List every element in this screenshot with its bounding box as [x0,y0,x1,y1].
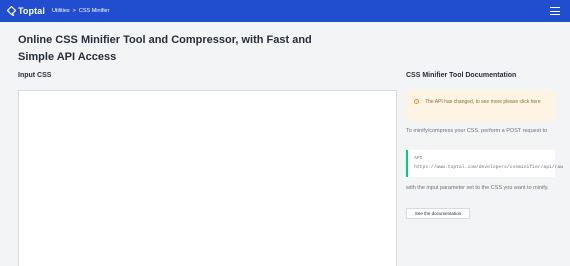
api-endpoint-code: API https://www.toptal.com/developers/cs… [406,150,563,177]
documentation-intro: To minify/compress your CSS, perform a P… [406,128,548,134]
hamburger-menu-icon[interactable] [550,7,560,15]
documentation-title: CSS Minifier Tool Documentation [406,72,517,79]
input-css-label: Input CSS [18,72,52,79]
breadcrumb-separator: > [72,8,76,14]
css-input-textarea[interactable] [18,90,397,266]
breadcrumb-utilities[interactable]: Utilities [52,8,70,14]
api-label: API [414,156,423,161]
toptal-logo[interactable]: Toptal [7,6,45,16]
api-url: https://www.toptal.com/developers/cssmin… [414,165,564,170]
see-documentation-button[interactable]: See the documentation [406,208,470,219]
info-icon: ! [414,99,419,104]
alert-text: The API has changed, to see more please … [425,99,541,105]
logo-text: Toptal [18,6,45,16]
toptal-mark-icon [7,6,16,16]
breadcrumb: Utilities > CSS Minifier [52,8,110,14]
api-change-alert[interactable]: ! The API has changed, to see more pleas… [406,90,555,121]
breadcrumb-current: CSS Minifier [78,8,110,14]
documentation-parameter-note: with the input parameter set to the CSS … [406,185,549,191]
page-title: Online CSS Minifier Tool and Compressor,… [18,34,312,63]
top-navbar: Toptal Utilities > CSS Minifier [0,0,570,22]
